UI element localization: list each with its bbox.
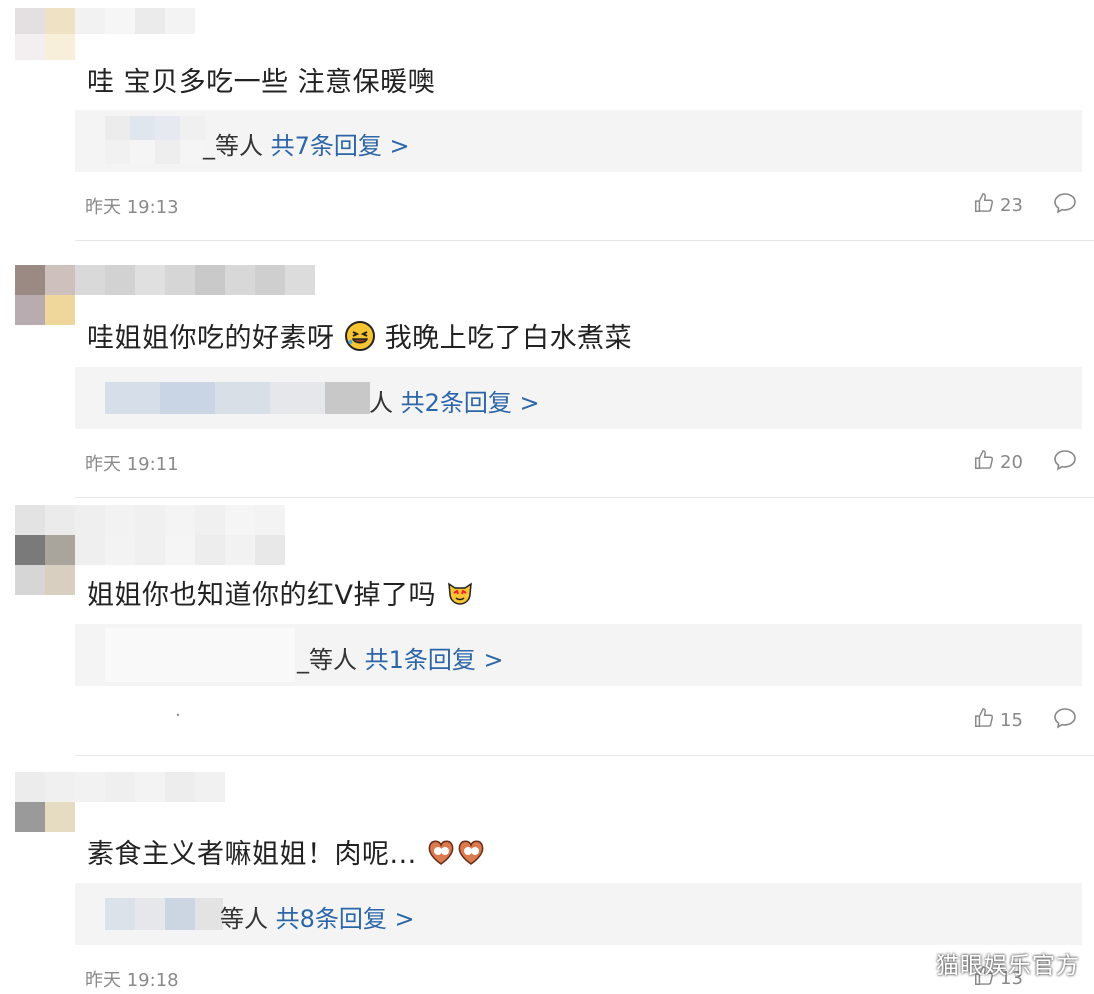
reply-prefix: _等人 (203, 132, 271, 160)
cat-emoji-icon (445, 578, 475, 615)
avatar-mosaic[interactable] (15, 772, 225, 832)
avatar-mosaic[interactable] (15, 8, 195, 60)
thumbs-up-icon (973, 192, 995, 219)
like-count: 20 (1000, 452, 1023, 473)
reply-prefix: 人 (369, 389, 401, 417)
reply-user-mosaic (105, 628, 295, 682)
like-count: 23 (1000, 195, 1023, 216)
like-count: 15 (1000, 710, 1023, 731)
thumbs-up-icon (973, 449, 995, 476)
heart-emoji-icon (426, 838, 456, 873)
reply-prefix: _等人 (297, 646, 365, 674)
reply-summary[interactable]: 等人 共8条回复 > (75, 883, 1082, 945)
view-replies-link[interactable]: 共8条回复 > (276, 905, 415, 933)
heart-emoji-icon (456, 838, 486, 873)
view-replies-link[interactable]: 共7条回复 > (271, 132, 410, 160)
comment-text: 素食主义者嘛姐姐！肉呢... (87, 832, 486, 873)
comment-time: 昨天 19:11 (85, 454, 179, 475)
reply-summary[interactable]: _等人 共1条回复 > (75, 624, 1082, 686)
watermark: 猫眼娱乐官方 (936, 953, 1080, 979)
comment-text: 哇 宝贝多吃一些 注意保暖噢 (87, 67, 436, 98)
reply-summary[interactable]: 人 共2条回复 > (75, 367, 1082, 429)
view-replies-link[interactable]: 共2条回复 > (401, 389, 540, 417)
divider (75, 497, 1094, 498)
divider (75, 755, 1094, 756)
thumbs-up-icon (973, 707, 995, 734)
divider (75, 240, 1094, 241)
comment-time: 昨天 19:13 (85, 197, 179, 218)
comment-bubble-icon[interactable] (1053, 192, 1077, 218)
reply-user-mosaic (105, 116, 205, 164)
like-button[interactable]: 15 (973, 707, 1023, 734)
comment-bubble-icon[interactable] (1053, 449, 1077, 475)
reply-user-mosaic (105, 898, 223, 930)
like-button[interactable]: 23 (973, 192, 1023, 219)
reply-summary[interactable]: _等人 共7条回复 > (75, 110, 1082, 172)
comment-text: 姐姐你也知道你的红V掉了吗 (87, 573, 475, 615)
comment-bubble-icon[interactable] (1053, 707, 1077, 733)
comment-text: 哇姐姐你吃的好素呀 我晚上吃了白水煮菜 (87, 316, 632, 359)
comment-time: 昨天 19:18 (85, 970, 179, 991)
comment-time: . (175, 700, 181, 721)
laughing-emoji-icon (344, 320, 376, 359)
view-replies-link[interactable]: 共1条回复 > (365, 646, 504, 674)
reply-user-mosaic (105, 382, 370, 414)
reply-prefix: 等人 (220, 905, 276, 933)
like-button[interactable]: 20 (973, 449, 1023, 476)
